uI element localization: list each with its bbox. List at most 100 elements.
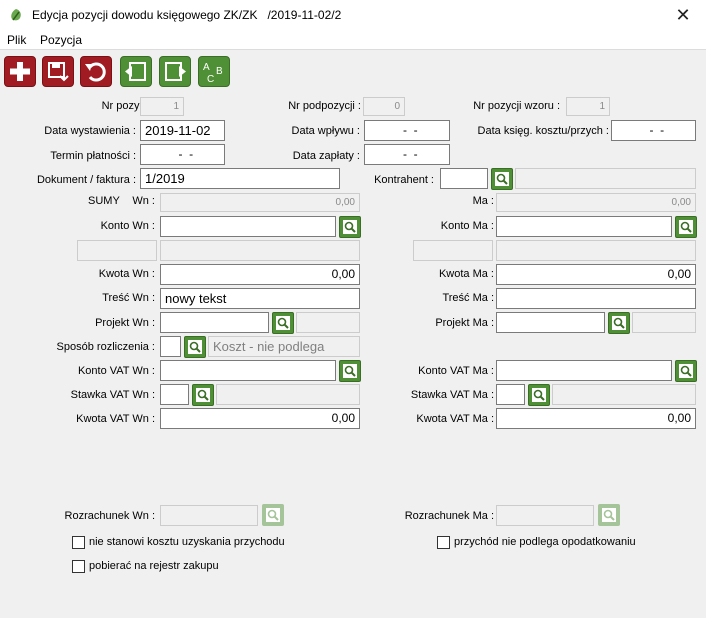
magnifier-icon (679, 364, 693, 378)
konto-ma-label: Konto Ma : (440, 220, 494, 232)
spellcheck-button[interactable]: A B C (198, 56, 230, 87)
stawka-vat-ma-lookup-button[interactable] (528, 384, 550, 406)
save-button[interactable] (42, 56, 74, 87)
title-bar: Edycja pozycji dowodu księgowego ZK/ZK /… (0, 0, 706, 30)
magnifier-icon (343, 220, 357, 234)
sumy-wn-label: Wn : (132, 195, 155, 207)
pobierac-rejestr-label: pobierać na rejestr zakupu (89, 560, 219, 572)
konto-ma-field[interactable] (496, 216, 672, 237)
menu-pozycja[interactable]: Pozycja (40, 33, 82, 47)
konto-ma-name-short (413, 240, 493, 261)
kontrahent-lookup-button[interactable] (491, 168, 513, 190)
plus-icon (10, 62, 30, 81)
app-leaf-icon (11, 9, 21, 21)
nr-pozycji-field: 1 (140, 97, 184, 116)
rozrachunek-ma-lookup-button (598, 504, 620, 526)
sposob-rozliczenia-code[interactable] (160, 336, 181, 357)
spellcheck-icon: A B C (203, 62, 223, 85)
next-button[interactable] (159, 56, 191, 87)
rozrachunek-wn-lookup-button (262, 504, 284, 526)
nr-pozycji-wzoru-label: Nr pozycji wzoru : (473, 100, 560, 112)
konto-vat-wn-label: Konto VAT Wn : (77, 365, 155, 377)
konto-vat-ma-label: Konto VAT Ma : (418, 365, 494, 377)
sumy-ma-label: Ma : (472, 195, 494, 207)
magnifier-icon (196, 388, 210, 402)
rozrachunek-ma-field (496, 505, 594, 526)
kwota-ma-field[interactable]: 0,00 (496, 264, 696, 285)
add-button[interactable] (4, 56, 36, 87)
termin-platnosci-field[interactable]: - - (140, 144, 225, 165)
projekt-wn-name (296, 312, 360, 333)
kwota-vat-wn-field[interactable]: 0,00 (160, 408, 360, 429)
sposob-rozliczenia-lookup-button[interactable] (184, 336, 206, 358)
nie-stanowi-kosztu-checkbox[interactable] (72, 536, 85, 549)
stawka-vat-ma-field[interactable] (496, 384, 525, 405)
konto-vat-ma-lookup-button[interactable] (675, 360, 697, 382)
konto-wn-name (160, 240, 360, 261)
kontrahent-label: Kontrahent : (374, 174, 434, 186)
magnifier-icon (276, 316, 290, 330)
data-ksieg-label: Data księg. kosztu/przych : (477, 125, 609, 137)
stawka-vat-wn-lookup-button[interactable] (192, 384, 214, 406)
sposob-rozliczenia-name: Koszt - nie podlega (208, 336, 360, 357)
kwota-ma-label: Kwota Ma : (438, 268, 494, 280)
projekt-ma-label: Projekt Ma : (435, 317, 494, 329)
konto-ma-lookup-button[interactable] (675, 216, 697, 238)
tresc-wn-field[interactable]: nowy tekst (160, 288, 360, 309)
stawka-vat-ma-name (552, 384, 696, 405)
pobierac-rejestr-checkbox[interactable] (72, 560, 85, 573)
projekt-wn-lookup-button[interactable] (272, 312, 294, 334)
konto-vat-wn-lookup-button[interactable] (339, 360, 361, 382)
data-wplywu-label: Data wpływu : (291, 125, 360, 137)
kwota-vat-ma-label: Kwota VAT Ma : (416, 413, 494, 425)
kwota-vat-ma-field[interactable]: 0,00 (496, 408, 696, 429)
magnifier-icon (679, 220, 693, 234)
kontrahent-code-field[interactable] (440, 168, 488, 189)
data-ksieg-field[interactable]: - - (611, 120, 696, 141)
svg-text:A: A (203, 62, 210, 73)
przychod-nie-podlega-checkbox[interactable] (437, 536, 450, 549)
stawka-vat-wn-field[interactable] (160, 384, 189, 405)
przychod-nie-podlega-label: przychód nie podlega opodatkowaniu (454, 536, 636, 548)
svg-text:B: B (216, 66, 223, 77)
data-wystawienia-field[interactable]: 2019-11-02 (140, 120, 225, 141)
stawka-vat-wn-name (216, 384, 360, 405)
tresc-ma-field[interactable] (496, 288, 696, 309)
konto-vat-wn-field[interactable] (160, 360, 336, 381)
magnifier-icon (532, 388, 546, 402)
projekt-ma-lookup-button[interactable] (608, 312, 630, 334)
rozrachunek-ma-label: Rozrachunek Ma : (404, 510, 494, 522)
konto-wn-lookup-button[interactable] (339, 216, 361, 238)
kwota-wn-label: Kwota Wn : (98, 268, 155, 280)
kwota-vat-wn-label: Kwota VAT Wn : (76, 413, 155, 425)
prev-icon (125, 62, 146, 81)
menu-plik[interactable]: Plik (7, 33, 26, 47)
undo-icon (85, 62, 106, 82)
konto-ma-name (496, 240, 696, 261)
magnifier-icon (602, 508, 616, 522)
data-wplywu-field[interactable]: - - (364, 120, 450, 141)
rozrachunek-wn-label: Rozrachunek Wn : (64, 510, 155, 522)
undo-button[interactable] (80, 56, 112, 87)
data-zaplaty-field[interactable]: - - (364, 144, 450, 165)
magnifier-icon (188, 340, 202, 354)
close-button[interactable]: ✕ (660, 0, 706, 30)
rozrachunek-wn-field (160, 505, 258, 526)
sumy-ma-field: 0,00 (496, 193, 696, 212)
next-icon (165, 62, 186, 81)
sumy-label: SUMY (88, 195, 120, 207)
termin-platnosci-label: Termin płatności : (50, 150, 136, 162)
projekt-wn-field[interactable] (160, 312, 269, 333)
magnifier-icon (343, 364, 357, 378)
previous-button[interactable] (120, 56, 152, 87)
konto-wn-label: Konto Wn : (100, 220, 155, 232)
sumy-wn-field: 0,00 (160, 193, 360, 212)
save-icon (48, 62, 69, 82)
konto-vat-ma-field[interactable] (496, 360, 672, 381)
konto-wn-field[interactable] (160, 216, 336, 237)
kwota-wn-field[interactable]: 0,00 (160, 264, 360, 285)
projekt-ma-field[interactable] (496, 312, 605, 333)
tresc-ma-label: Treść Ma : (442, 292, 494, 304)
dokument-field[interactable]: 1/2019 (140, 168, 340, 189)
konto-wn-name-short (77, 240, 157, 261)
